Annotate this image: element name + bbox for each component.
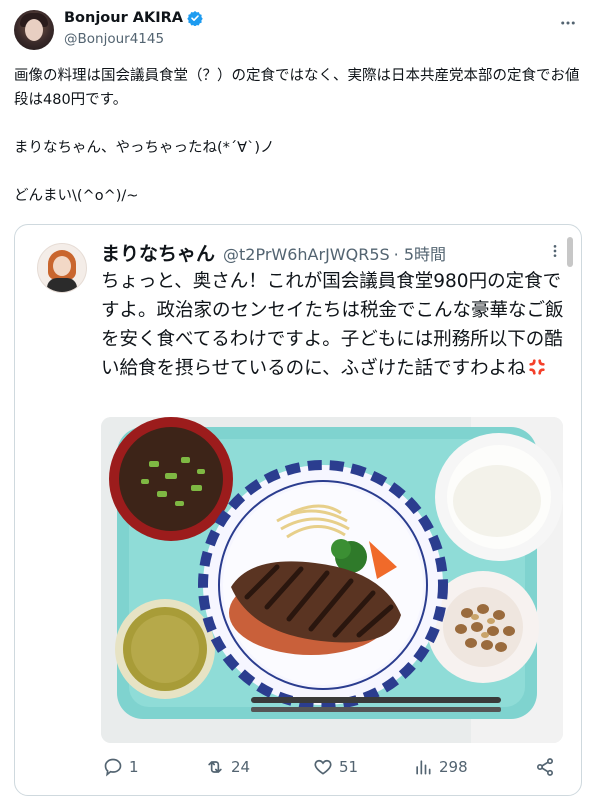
author-handle[interactable]: @Bonjour4145 <box>64 31 164 47</box>
tweet-header: Bonjour AKIRA @Bonjour4145 <box>14 8 585 52</box>
quoted-author-name[interactable]: まりなちゃん <box>101 239 215 266</box>
reply-button[interactable]: 1 <box>103 757 139 777</box>
more-options-icon[interactable] <box>559 14 577 32</box>
share-button[interactable] <box>535 757 561 777</box>
analytics-icon <box>416 760 431 775</box>
retweet-button[interactable]: 24 <box>205 757 250 777</box>
retweet-count: 24 <box>231 758 251 776</box>
meal-photo-drawing <box>101 417 563 743</box>
quoted-timestamp[interactable]: · 5時間 <box>394 241 446 265</box>
action-bar: 1 24 51 298 <box>103 757 553 783</box>
view-count: 298 <box>439 758 468 776</box>
retweet-icon <box>208 761 222 773</box>
reply-count: 1 <box>129 758 139 776</box>
like-button[interactable]: 51 <box>313 757 358 777</box>
quoted-tweet-text: ちょっと、奥さん！これが国会議員食堂980円の定食ですよ。政治家のセンセイたちは… <box>101 267 571 383</box>
reply-icon <box>104 758 122 777</box>
tweet-text: 画像の料理は国会議員食堂（？）の定食ではなく、実際は日本共産党本部の定食でお値段… <box>14 68 580 204</box>
quoted-author-avatar[interactable] <box>37 243 87 293</box>
quoted-text-body: ちょっと、奥さん！これが国会議員食堂980円の定食ですよ。政治家のセンセイたちは… <box>101 271 564 379</box>
quoted-tweet-card[interactable]: まりなちゃん @t2PrW6hArJWQR5S · 5時間 ちょっと、奥さん！こ… <box>14 224 582 796</box>
quoted-author-handle[interactable]: @t2PrW6hArJWQR5S <box>223 245 390 264</box>
author-display-name[interactable]: Bonjour AKIRA <box>64 10 183 26</box>
quoted-more-icon[interactable] <box>547 243 563 259</box>
author-name-row[interactable]: Bonjour AKIRA <box>64 10 203 26</box>
meal-photo[interactable] <box>101 417 563 743</box>
quoted-author-row[interactable]: まりなちゃん @t2PrW6hArJWQR5S · 5時間 <box>101 239 446 266</box>
anger-symbol-icon <box>528 359 545 375</box>
like-count: 51 <box>339 758 359 776</box>
verified-badge-icon <box>187 11 203 26</box>
heart-icon <box>314 759 332 775</box>
card-scrollbar[interactable] <box>567 237 573 267</box>
author-avatar[interactable] <box>14 10 54 50</box>
views-button[interactable]: 298 <box>413 757 468 777</box>
share-icon <box>537 758 553 776</box>
